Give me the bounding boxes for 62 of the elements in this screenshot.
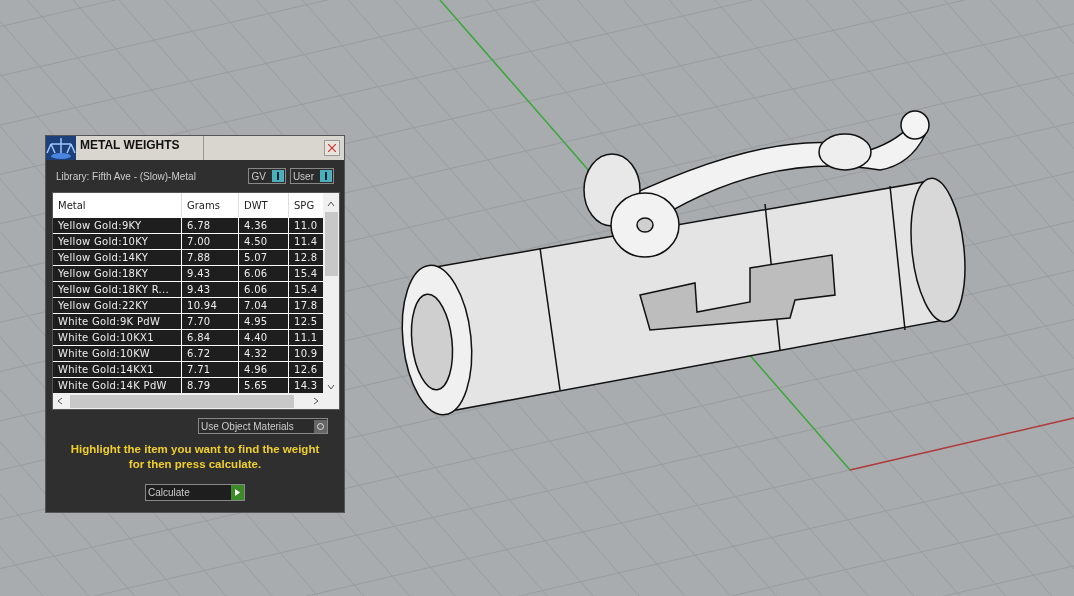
table-cell: White Gold:14KX1 <box>53 362 182 377</box>
table-cell: 9.43 <box>182 266 239 281</box>
table-cell: 12.5 <box>289 314 324 329</box>
table-cell: 4.40 <box>239 330 289 345</box>
table-cell: 6.06 <box>239 266 289 281</box>
table-cell: Yellow Gold:9KY <box>53 218 182 233</box>
table-cell: 6.78 <box>182 218 239 233</box>
table-cell: 5.07 <box>239 250 289 265</box>
table-cell: 11.4 <box>289 234 324 249</box>
table-cell: 7.70 <box>182 314 239 329</box>
toggle-button[interactable]: User <box>289 168 334 184</box>
table-cell: 4.50 <box>239 234 289 249</box>
table-cell: 14.3 <box>289 378 324 393</box>
table-cell: 6.06 <box>239 282 289 297</box>
table-cell: 7.00 <box>182 234 239 249</box>
table-cell: White Gold:9K PdW <box>53 314 182 329</box>
calculate-button[interactable]: Calculate <box>145 484 245 501</box>
table-cell: White Gold:10KX1 <box>53 330 182 345</box>
instruction-text: Highlight the item you want to find the weight for then press calculate. <box>69 442 321 472</box>
table-cell: 11.0 <box>289 218 324 233</box>
table-cell: 10.94 <box>182 298 239 313</box>
table-cell: Yellow Gold:18KY <box>53 266 182 281</box>
table-cell: 4.36 <box>239 218 289 233</box>
close-button[interactable] <box>324 140 340 156</box>
column-header[interactable]: Metal <box>53 193 182 217</box>
table-cell: Yellow Gold:18KY R... <box>53 282 182 297</box>
close-icon <box>328 144 336 152</box>
play-icon <box>231 485 244 500</box>
table-cell: 8.79 <box>182 378 239 393</box>
table-cell: 11.1 <box>289 330 324 345</box>
toggle-button[interactable]: GV <box>248 168 286 184</box>
table-cell: 7.04 <box>239 298 289 313</box>
table-cell: 6.84 <box>182 330 239 345</box>
table-cell: 12.6 <box>289 362 324 377</box>
table-cell: 5.65 <box>239 378 289 393</box>
table-cell: Yellow Gold:14KY <box>53 250 182 265</box>
table-cell: 17.8 <box>289 298 324 313</box>
scroll-thumb[interactable] <box>70 394 294 408</box>
horizontal-scrollbar[interactable] <box>53 393 339 409</box>
table-cell: 15.4 <box>289 282 324 297</box>
library-label: Library: Fifth Ave - (Slow)-Metal <box>56 169 196 184</box>
table-cell: 7.88 <box>182 250 239 265</box>
table-cell: 15.4 <box>289 266 324 281</box>
scale-icon <box>46 136 76 160</box>
panel-title: METAL WEIGHTS <box>76 136 204 160</box>
materials-toggle[interactable]: Use Object Materials <box>198 418 328 434</box>
table-cell: 7.71 <box>182 362 239 377</box>
column-header[interactable]: Grams <box>182 193 239 217</box>
table-cell: 6.72 <box>182 346 239 361</box>
table-cell: 9.43 <box>182 282 239 297</box>
table-cell: 10.9 <box>289 346 324 361</box>
table-cell: 4.96 <box>239 362 289 377</box>
table-cell: Yellow Gold:10KY <box>53 234 182 249</box>
table-cell: Yellow Gold:22KY <box>53 298 182 313</box>
scroll-thumb[interactable] <box>324 212 338 276</box>
table-cell: 4.32 <box>239 346 289 361</box>
column-header[interactable]: DWT <box>239 193 289 217</box>
table-cell: 4.95 <box>239 314 289 329</box>
table-cell: White Gold:10KW <box>53 346 182 361</box>
table-cell: White Gold:14K PdW <box>53 378 182 393</box>
table-cell: 12.8 <box>289 250 324 265</box>
vertical-scrollbar[interactable] <box>323 193 339 393</box>
